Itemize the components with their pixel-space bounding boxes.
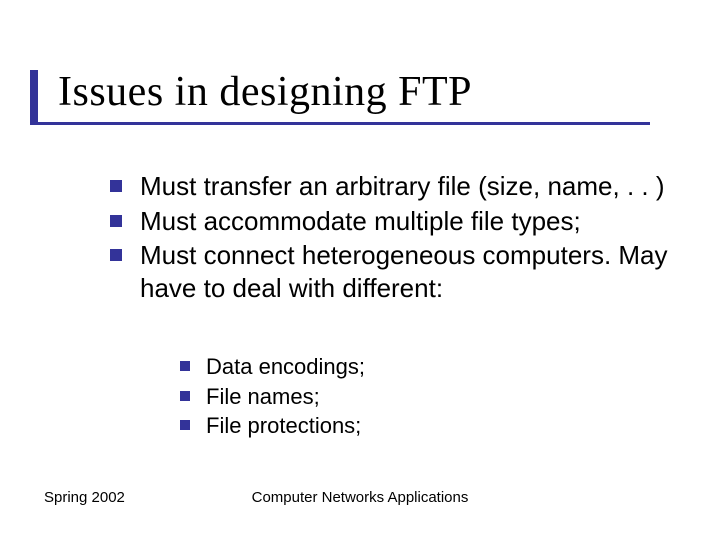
square-bullet-icon xyxy=(110,215,122,227)
footer-center: Computer Networks Applications xyxy=(0,489,720,506)
sub-bullet-text: File names; xyxy=(206,382,320,412)
list-item: File names; xyxy=(180,382,680,412)
title-region: Issues in designing FTP xyxy=(58,68,680,128)
title-accent-bar xyxy=(30,70,38,122)
bullet-text: Must connect heterogeneous computers. Ma… xyxy=(140,239,680,304)
list-item: Must accommodate multiple file types; xyxy=(110,205,680,238)
list-item: Data encodings; xyxy=(180,352,680,382)
list-item: Must transfer an arbitrary file (size, n… xyxy=(110,170,680,203)
square-bullet-icon xyxy=(180,361,190,371)
body-region: Must transfer an arbitrary file (size, n… xyxy=(110,170,680,306)
square-bullet-icon xyxy=(110,249,122,261)
title-underline xyxy=(30,122,650,125)
list-item: Must connect heterogeneous computers. Ma… xyxy=(110,239,680,304)
sub-bullet-text: Data encodings; xyxy=(206,352,365,382)
square-bullet-icon xyxy=(180,420,190,430)
bullet-list: Must transfer an arbitrary file (size, n… xyxy=(110,170,680,304)
square-bullet-icon xyxy=(180,391,190,401)
bullet-text: Must transfer an arbitrary file (size, n… xyxy=(140,170,680,203)
slide-title: Issues in designing FTP xyxy=(58,68,680,116)
sub-bullet-text: File protections; xyxy=(206,411,361,441)
list-item: File protections; xyxy=(180,411,680,441)
square-bullet-icon xyxy=(110,180,122,192)
bullet-text: Must accommodate multiple file types; xyxy=(140,205,680,238)
slide: Issues in designing FTP Must transfer an… xyxy=(0,0,720,540)
sub-bullet-region: Data encodings; File names; File protect… xyxy=(180,352,680,441)
